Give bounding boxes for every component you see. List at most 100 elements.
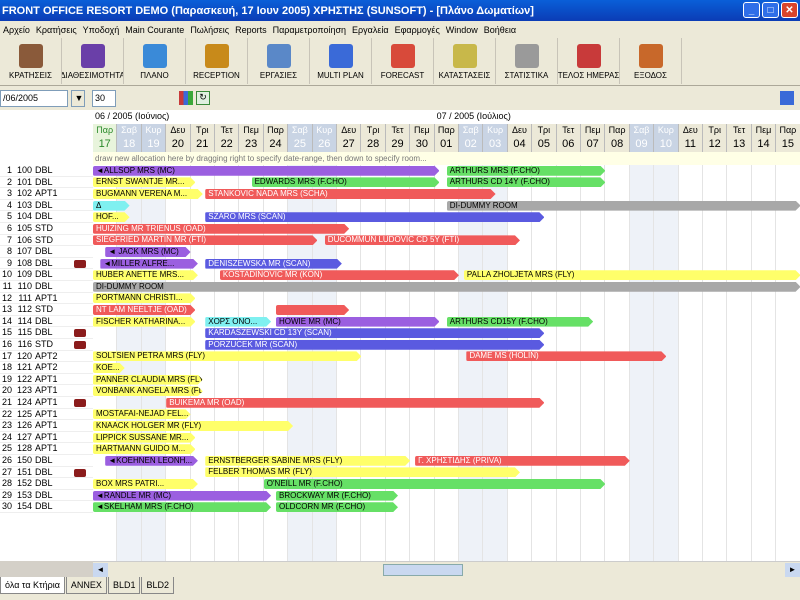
booking-bar[interactable]: Γ. ΧΡΗΣΤΙΔΗΣ (PRIVA) [415,456,630,466]
print-icon[interactable] [780,91,794,105]
toolbar-button[interactable]: ΤΕΛΟΣ ΗΜΕΡΑΣ [558,38,620,84]
booking-bar[interactable]: DI-DUMMY ROOM [447,201,800,211]
booking-bar[interactable]: O'NEILL MR (F.CHO) [264,479,606,489]
room-row[interactable]: 12 111 APT1 [0,292,93,305]
booking-bar[interactable]: ◄KOEHNEN LEONH... [105,456,198,466]
booking-bar[interactable]: BUGMANN VERENA M... [93,189,203,199]
menu-item[interactable]: Κρατήσεις [33,25,80,35]
booking-bar[interactable]: ◄MILLER ALFRE... [100,259,198,269]
room-row[interactable]: 18 121 APT2 [0,362,93,374]
room-row[interactable]: 15 115 DBL [0,327,93,339]
booking-bar[interactable]: PORTMANN CHRISTI... [93,293,195,303]
room-row[interactable]: 23 126 APT1 [0,420,93,432]
menu-item[interactable]: Reports [232,25,270,35]
booking-bar[interactable]: DI-DUMMY ROOM [93,282,800,292]
booking-bar[interactable]: DAME MS (HOLIN) [466,351,666,361]
booking-bar[interactable]: OLDCORN MR (F.CHO) [276,502,398,512]
booking-bar[interactable]: BROCKWAY MR (F.CHO) [276,491,398,501]
room-row[interactable]: 9 108 DBL [0,257,93,270]
toolbar-button[interactable]: ΣΤΑΤΙΣΤΙΚΑ [496,38,558,84]
room-row[interactable]: 22 125 APT1 [0,408,93,421]
room-row[interactable]: 6 105 STD [0,223,93,235]
booking-bar[interactable]: FISCHER KATHARINA... [93,317,195,327]
toolbar-button[interactable]: ΔΙΑΘΕΣΙΜΟΤΗΤΑ [62,38,124,84]
refresh-icon[interactable]: ↻ [196,91,210,105]
booking-bar[interactable]: VONBANK ANGELA MRS (FLY) [93,386,203,396]
room-row[interactable]: 26 150 DBL [0,455,93,467]
scroll-left-icon[interactable]: ◄ [93,563,108,577]
date-dropdown-button[interactable]: ▼ [71,89,85,107]
room-row[interactable]: 3 102 APT1 [0,188,93,200]
booking-bar[interactable]: HUIZING MR TRIENUS (OAD) [93,224,349,234]
room-row[interactable]: 19 122 APT1 [0,373,93,386]
booking-bar[interactable]: ARTHURS MRS (F.CHO) [447,166,606,176]
room-row[interactable]: 27 151 DBL [0,466,93,479]
toolbar-button[interactable]: ΕΡΓΑΣΙΕΣ [248,38,310,84]
booking-bar[interactable]: ΧΟΡΣ ΟΝΟ... [205,317,271,327]
booking-bar[interactable]: HOF... [93,212,130,222]
toolbar-button[interactable]: ΕΞΟΔΟΣ [620,38,682,84]
booking-bar[interactable]: ◄SKELHAM MRS (F.CHO) [93,502,271,512]
booking-bar[interactable]: BUIKEMA MR (OAD) [166,398,544,408]
booking-bar[interactable]: HUBER ANETTE MRS... [93,270,198,280]
room-row[interactable]: 4 103 DBL [0,199,93,212]
booking-bar[interactable]: ◄ JACK MRS (MC) [105,247,190,257]
booking-bar[interactable]: SZARO MRS (SCAN) [205,212,544,222]
booking-bar[interactable]: PANNER CLAUDIA MRS (FLY) [93,375,203,385]
booking-bar[interactable]: MOSTAFAI-NEJAD FEL... [93,409,191,419]
booking-bar[interactable]: KARDASZEWSKI CD 13Y (SCAN) [205,328,544,338]
toolbar-button[interactable]: MULTI PLAN [310,38,372,84]
building-tab[interactable]: ANNEX [65,577,107,594]
horizontal-scrollbar[interactable]: ◄ ► [93,561,800,577]
room-row[interactable]: 14 114 DBL [0,315,93,328]
booking-bar[interactable]: PALLA ZHOLJETA MRS (FLY) [464,270,800,280]
booking-bar[interactable]: ERNST SWANTJE MR... [93,177,195,187]
toolbar-button[interactable]: RECEPTION [186,38,248,84]
menu-item[interactable]: Πωλήσεις [187,25,232,35]
booking-chart[interactable]: ◄ALLSOP MRS (MC) ARTHURS MRS (F.CHO) ERNST… [93,165,800,561]
booking-bar[interactable]: ARTHURS CD15Y (F.CHO) [447,317,593,327]
booking-bar[interactable]: SIEGFRIED MARTIN MR (FTI) [93,235,317,245]
close-button[interactable]: ✕ [781,2,798,18]
room-row[interactable]: 30 154 DBL [0,501,93,513]
booking-bar[interactable]: KOE... [93,363,125,373]
room-row[interactable]: 25 128 APT1 [0,443,93,455]
booking-bar[interactable]: SOLTSIEN PETRA MRS (FLY) [93,351,361,361]
booking-bar[interactable]: HOWIE MR (MC) [276,317,439,327]
booking-bar[interactable]: STANKOVIC NADA MRS (SCHA) [205,189,495,199]
room-row[interactable]: 24 127 APT1 [0,431,93,444]
booking-bar[interactable]: LIPPICK SUSSANE MR... [93,433,195,443]
booking-bar[interactable]: FELBER THOMAS MR (FLY) [205,467,520,477]
room-row[interactable]: 5 104 DBL [0,211,93,223]
room-row[interactable]: 21 124 APT1 [0,397,93,409]
menu-item[interactable]: Βοήθεια [481,25,519,35]
menu-item[interactable]: Αρχείο [0,25,33,35]
booking-bar[interactable]: KNAACK HOLGER MR (FLY) [93,421,293,431]
room-row[interactable]: 20 123 APT1 [0,385,93,397]
days-field[interactable]: 30 [92,89,116,107]
chart-toggle-icon[interactable] [179,91,193,105]
booking-bar[interactable]: DUCOMMUN LUDOVIC CD 5Y (FTI) [325,235,520,245]
toolbar-button[interactable]: ΚΑΤΑΣΤΑΣΕΙΣ [434,38,496,84]
building-tab[interactable]: BLD2 [141,577,174,594]
room-row[interactable]: 1 100 DBL [0,165,93,177]
toolbar-button[interactable]: FORECAST [372,38,434,84]
booking-bar[interactable]: ARTHURS CD 14Y (F.CHO) [447,177,606,187]
booking-bar[interactable]: PORZUCEK MR (SCAN) [205,340,544,350]
room-row[interactable]: 10 109 DBL [0,269,93,281]
toolbar-button[interactable]: ΚΡΑΤΗΣΕΙΣ [0,38,62,84]
booking-bar[interactable]: ◄ALLSOP MRS (MC) [93,166,439,176]
booking-bar[interactable]: EDWARDS MRS (F.CHO) [252,177,440,187]
booking-bar[interactable]: KOSTADINOVIC MR (KON) [220,270,459,280]
building-tab[interactable]: BLD1 [107,577,141,594]
booking-bar[interactable]: ◄RANDLE MR (MC) [93,491,271,501]
booking-bar[interactable]: DENISZEWSKA MR (SCAN) [205,259,342,269]
start-date-field[interactable]: /06/2005 [0,89,68,107]
booking-bar[interactable]: HARTMANN GUIDO M... [93,444,195,454]
booking-bar[interactable]: BOX MRS PATRI... [93,479,198,489]
scroll-right-icon[interactable]: ► [785,563,800,577]
room-row[interactable]: 28 152 DBL [0,478,93,490]
room-row[interactable]: 2 101 DBL [0,176,93,189]
menu-item[interactable]: Εργαλεία [349,25,392,35]
room-row[interactable]: 11 110 DBL [0,281,93,293]
